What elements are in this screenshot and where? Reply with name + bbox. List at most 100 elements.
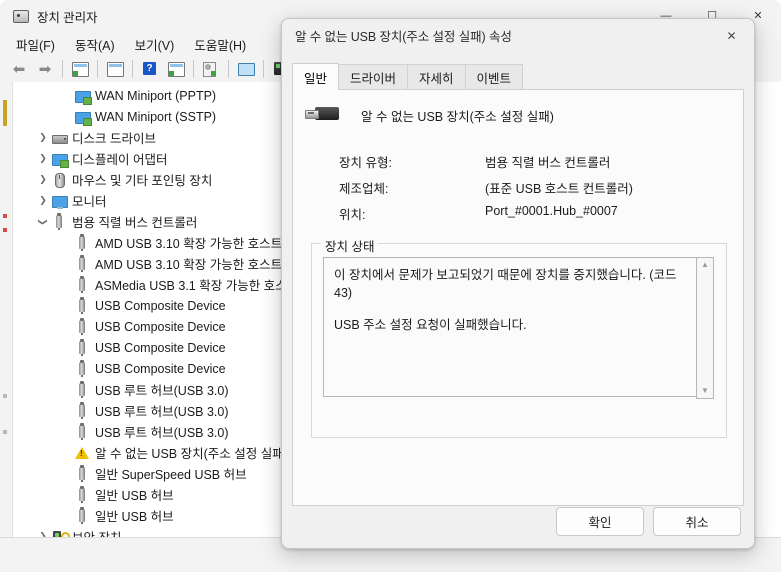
install-legacy-button[interactable] <box>199 58 223 80</box>
usb-icon <box>74 422 90 440</box>
device-tree-item-label: 마우스 및 기타 포인팅 장치 <box>72 174 213 188</box>
toolbar-separator <box>263 60 264 78</box>
menu-item-file[interactable]: 파일(F) <box>8 33 63 56</box>
usb-icon <box>74 338 90 356</box>
usb-icon <box>51 212 67 230</box>
device-tree-item-label: 일반 USB 허브 <box>95 489 174 503</box>
dialog-buttons: 확인 취소 <box>547 507 741 536</box>
device-properties-dialog: 알 수 없는 USB 장치(주소 설정 실패) 속성 ✕ 일반 드라이버 자세히… <box>281 18 755 549</box>
toolbar-separator <box>97 60 98 78</box>
forward-icon: ➡ <box>38 60 52 78</box>
cancel-button[interactable]: 취소 <box>653 507 741 536</box>
update-driver-icon <box>106 61 124 77</box>
chevron-down-icon[interactable]: ❯ <box>35 214 51 230</box>
chevron-right-icon[interactable]: ❯ <box>35 151 51 167</box>
device-tree-item-label: WAN Miniport (SSTP) <box>95 109 217 124</box>
device-tree-item-label: USB Composite Device <box>95 319 226 334</box>
usb-icon <box>74 275 90 293</box>
toolbar-separator <box>132 60 133 78</box>
usb-icon <box>74 359 90 377</box>
toolbar-separator <box>193 60 194 78</box>
dialog-tabstrip: 일반 드라이버 자세히 이벤트 <box>292 63 744 90</box>
strip-mark <box>3 394 7 398</box>
main-window-title: 장치 관리자 <box>37 10 98 25</box>
status-scrollbar[interactable]: ▲ ▼ <box>696 257 714 399</box>
property-value: Port_#0001.Hub_#0007 <box>485 204 618 218</box>
device-name: 알 수 없는 USB 장치(주소 설정 실패) <box>361 109 554 124</box>
tab-events[interactable]: 이벤트 <box>464 64 524 90</box>
tab-details[interactable]: 자세히 <box>407 64 466 90</box>
usb-icon <box>74 254 90 272</box>
device-status-textbox[interactable]: 이 장치에서 문제가 보고되었기 때문에 장치를 중지했습니다. (코드 43)… <box>323 257 714 397</box>
device-header: 알 수 없는 USB 장치(주소 설정 실패) <box>305 104 554 126</box>
show-hidden-devices-button[interactable] <box>234 58 258 80</box>
property-value: (표준 USB 호스트 컨트롤러) <box>485 182 633 196</box>
tab-driver[interactable]: 드라이버 <box>338 64 409 90</box>
properties-icon <box>71 61 89 77</box>
disk-drive-icon <box>51 130 68 146</box>
help-button[interactable]: ? <box>138 58 162 80</box>
screen-root: 장치 관리자 — ☐ ✕ 파일(F) 동작(A) 보기(V) 도움말(H) ⬅ … <box>0 0 781 572</box>
strip-mark <box>3 214 7 218</box>
ok-button[interactable]: 확인 <box>556 507 644 536</box>
menu-item-help[interactable]: 도움말(H) <box>186 33 254 56</box>
chevron-right-icon[interactable]: ❯ <box>35 172 51 188</box>
mouse-icon <box>51 172 67 188</box>
status-line-2: USB 주소 설정 요청이 실패했습니다. <box>334 318 527 333</box>
chevron-right-icon[interactable]: ❯ <box>35 529 51 538</box>
properties-button[interactable] <box>68 58 92 80</box>
device-tree-item-label: 범용 직렬 버스 컨트롤러 <box>72 216 198 230</box>
usb-icon <box>74 317 90 335</box>
strip-mark <box>3 430 7 434</box>
display-adapter-icon <box>51 151 69 168</box>
device-tree-item-label: 디스크 드라이브 <box>72 132 156 146</box>
menu-item-view[interactable]: 보기(V) <box>127 33 183 56</box>
install-legacy-icon <box>202 61 220 77</box>
device-tree-item-label: USB 루트 허브(USB 3.0) <box>95 384 229 398</box>
scroll-up-icon[interactable]: ▲ <box>701 258 709 272</box>
forward-button[interactable]: ➡ <box>33 58 57 80</box>
left-strip <box>0 82 13 537</box>
dialog-close-button[interactable]: ✕ <box>709 19 754 52</box>
security-device-icon <box>51 529 70 537</box>
network-adapter-icon <box>74 109 92 126</box>
usb-icon <box>74 401 90 419</box>
device-tree-item-label: 보안 장치 <box>72 527 121 537</box>
device-tree-item-label: 알 수 없는 USB 장치(주소 설정 실패) <box>95 447 288 461</box>
property-label: 장치 유형: <box>339 156 392 170</box>
device-tree-item-label: USB 루트 허브(USB 3.0) <box>95 426 229 440</box>
status-line-1: 이 장치에서 문제가 보고되었기 때문에 장치를 중지했습니다. (코드 43) <box>334 268 677 301</box>
chevron-right-icon[interactable]: ❯ <box>35 193 51 209</box>
usb-icon <box>74 464 90 482</box>
device-manager-icon <box>12 8 29 24</box>
device-tree-item-label: 모니터 <box>72 195 107 209</box>
update-driver-button[interactable] <box>103 58 127 80</box>
property-label: 제조업체: <box>339 182 389 196</box>
usb-icon <box>74 506 90 524</box>
warning-icon <box>74 445 90 461</box>
back-button[interactable]: ⬅ <box>7 58 31 80</box>
toolbar-separator <box>228 60 229 78</box>
menu-item-action[interactable]: 동작(A) <box>67 33 123 56</box>
device-tree-item-label: USB 루트 허브(USB 3.0) <box>95 405 229 419</box>
device-tree-item-label: USB Composite Device <box>95 361 226 376</box>
device-tree-item-label: USB Composite Device <box>95 340 226 355</box>
monitor-icon <box>51 193 68 209</box>
usb-icon <box>74 485 90 503</box>
dialog-title: 알 수 없는 USB 장치(주소 설정 실패) 속성 <box>295 30 512 44</box>
chevron-right-icon[interactable]: ❯ <box>35 130 51 146</box>
scan-hardware-button[interactable] <box>164 58 188 80</box>
device-status-legend: 장치 상태 <box>321 236 379 255</box>
property-value: 범용 직렬 버스 컨트롤러 <box>485 156 611 170</box>
device-tree-item-label: USB Composite Device <box>95 298 226 313</box>
scroll-down-icon[interactable]: ▼ <box>701 384 709 398</box>
help-icon: ? <box>141 61 159 77</box>
tab-general[interactable]: 일반 <box>292 63 340 90</box>
device-tree-item-label: WAN Miniport (PPTP) <box>95 88 217 103</box>
device-status-group: 장치 상태 이 장치에서 문제가 보고되었기 때문에 장치를 중지했습니다. (… <box>311 236 727 438</box>
usb-icon <box>74 296 90 314</box>
usb-icon <box>74 380 90 398</box>
dialog-titlebar: 알 수 없는 USB 장치(주소 설정 실패) 속성 ✕ <box>282 19 754 52</box>
toolbar-separator <box>62 60 63 78</box>
device-tree-item-label: 일반 USB 허브 <box>95 510 174 524</box>
